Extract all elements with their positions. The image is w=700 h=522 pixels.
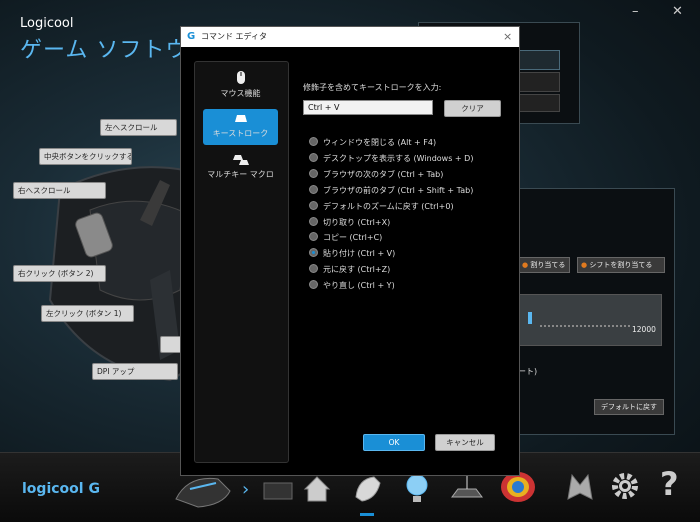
assign-button[interactable]: ● 割り当てる [518,257,570,273]
arx-control-icon[interactable] [562,467,598,505]
clear-button[interactable]: クリア [444,100,501,117]
keystroke-input[interactable] [303,100,433,115]
preset-option[interactable]: 元に戻す (Ctrl+Z) [309,263,390,277]
command-editor-dialog: G コマンド エディタ × マウス機能 キーストローク マルチキー マクロ 修飾… [180,26,520,476]
profile-slot[interactable] [518,72,560,92]
callout-right-click[interactable]: 右クリック (ボタン 2) [13,265,106,282]
dialog-title: コマンド エディタ [201,32,267,41]
radio-icon[interactable] [309,168,318,178]
keyboard-icon[interactable] [260,475,296,505]
preset-option-label: コピー (Ctrl+C) [323,233,383,243]
preset-option[interactable]: 切り取り (Ctrl+X) [309,216,390,230]
preset-option-label: 貼り付け (Ctrl + V) [323,249,396,259]
nav-mouse-function[interactable]: マウス機能 [203,68,278,104]
preset-option-label: ブラウザの前のタブ (Ctrl + Shift + Tab) [323,185,474,195]
preset-option[interactable]: コピー (Ctrl+C) [309,231,382,245]
profile-slot[interactable] [518,94,560,112]
preset-option-label: 元に戻す (Ctrl+Z) [323,265,391,275]
app-window: – ✕ Logicool ゲーム ソフトウェア 左へスクロール 中央ボタンをクリ… [0,0,700,522]
shift-assign-button[interactable]: ● シフトを割り当てる [577,257,665,273]
radio-icon[interactable] [309,200,318,210]
radio-icon[interactable] [309,280,318,290]
home-icon[interactable] [302,473,332,505]
keystroke-prompt: 修飾子を含めてキーストロークを入力: [303,83,442,92]
minimize-icon[interactable]: – [632,4,639,19]
preset-option[interactable]: ウィンドウを閉じる (Alt + F4) [309,136,436,150]
surface-tuning-icon[interactable] [448,471,486,505]
dialog-close-icon[interactable]: × [503,27,512,47]
logitech-g-icon: G [187,31,196,42]
preset-option-label: デスクトップを表示する (Windows + D) [323,153,474,163]
dpi-slider-area[interactable] [518,294,662,346]
key-icon [234,115,247,122]
preset-option-label: デフォルトのズームに戻す (Ctrl+0) [323,201,454,211]
preset-option[interactable]: やり直し (Ctrl + Y) [309,279,395,293]
callout-scroll-left[interactable]: 左へスクロール [100,119,177,136]
profile-slot[interactable] [518,50,560,70]
preset-option-label: やり直し (Ctrl + Y) [323,281,395,291]
radio-icon[interactable] [309,152,318,162]
nav-label: キーストローク [212,129,269,138]
default-button[interactable]: デフォルトに戻す [594,399,664,415]
callout-left-click[interactable]: 左クリック (ボタン 1) [41,305,134,322]
nav-label: マウス機能 [220,89,261,98]
close-window-icon[interactable]: ✕ [672,4,683,19]
radio-icon[interactable] [309,137,318,146]
dialog-sidebar: マウス機能 キーストローク マルチキー マクロ [194,61,289,463]
chevron-right-icon[interactable]: › [242,479,249,500]
nav-keystroke[interactable]: キーストローク [203,109,278,145]
callout-scroll-right[interactable]: 右へスクロール [13,182,106,199]
callout-dpi-up[interactable]: DPI アップ [92,363,178,380]
preset-option-label: 切り取り (Ctrl+X) [323,217,391,227]
dpi-ticks [540,325,630,329]
radio-icon[interactable] [309,184,318,194]
mouse-icon [236,71,245,84]
preset-option[interactable]: デフォルトのズームに戻す (Ctrl+0) [309,200,454,214]
radio-icon[interactable] [309,216,318,226]
cancel-button[interactable]: キャンセル [435,434,495,451]
preset-option[interactable]: ブラウザの次のタブ (Ctrl + Tab) [309,168,443,182]
dpi-max-label: 12000 [632,325,656,334]
nav-multikey-macro[interactable]: マルチキー マクロ [203,150,278,186]
ok-button[interactable]: OK [363,434,425,451]
radio-selected-icon[interactable] [309,248,318,258]
radio-icon[interactable] [309,232,318,242]
preset-option[interactable]: 貼り付け (Ctrl + V) [309,247,395,261]
dialog-titlebar: G コマンド エディタ × [181,27,519,47]
preset-option-label: ウィンドウを閉じる (Alt + F4) [323,138,437,147]
preset-option[interactable]: デスクトップを表示する (Windows + D) [309,152,473,166]
callout-middle-click[interactable]: 中央ボタンをクリックする (? [39,148,132,165]
preset-option[interactable]: ブラウザの前のタブ (Ctrl + Shift + Tab) [309,184,473,198]
help-icon[interactable]: ? [660,465,679,503]
active-tab-indicator [360,513,374,516]
report-rate-label: ート) [518,367,538,376]
multikey-icon [232,155,249,165]
nav-label: マルチキー マクロ [207,170,274,179]
dpi-slider-handle[interactable] [528,312,532,324]
preset-option-label: ブラウザの次のタブ (Ctrl + Tab) [323,169,444,179]
settings-gear-icon[interactable] [608,469,642,503]
radio-icon[interactable] [309,264,318,274]
customize-buttons-icon[interactable] [350,471,384,505]
brand-small: Logicool [20,16,74,31]
logicool-logo[interactable]: logicool G [22,481,100,497]
